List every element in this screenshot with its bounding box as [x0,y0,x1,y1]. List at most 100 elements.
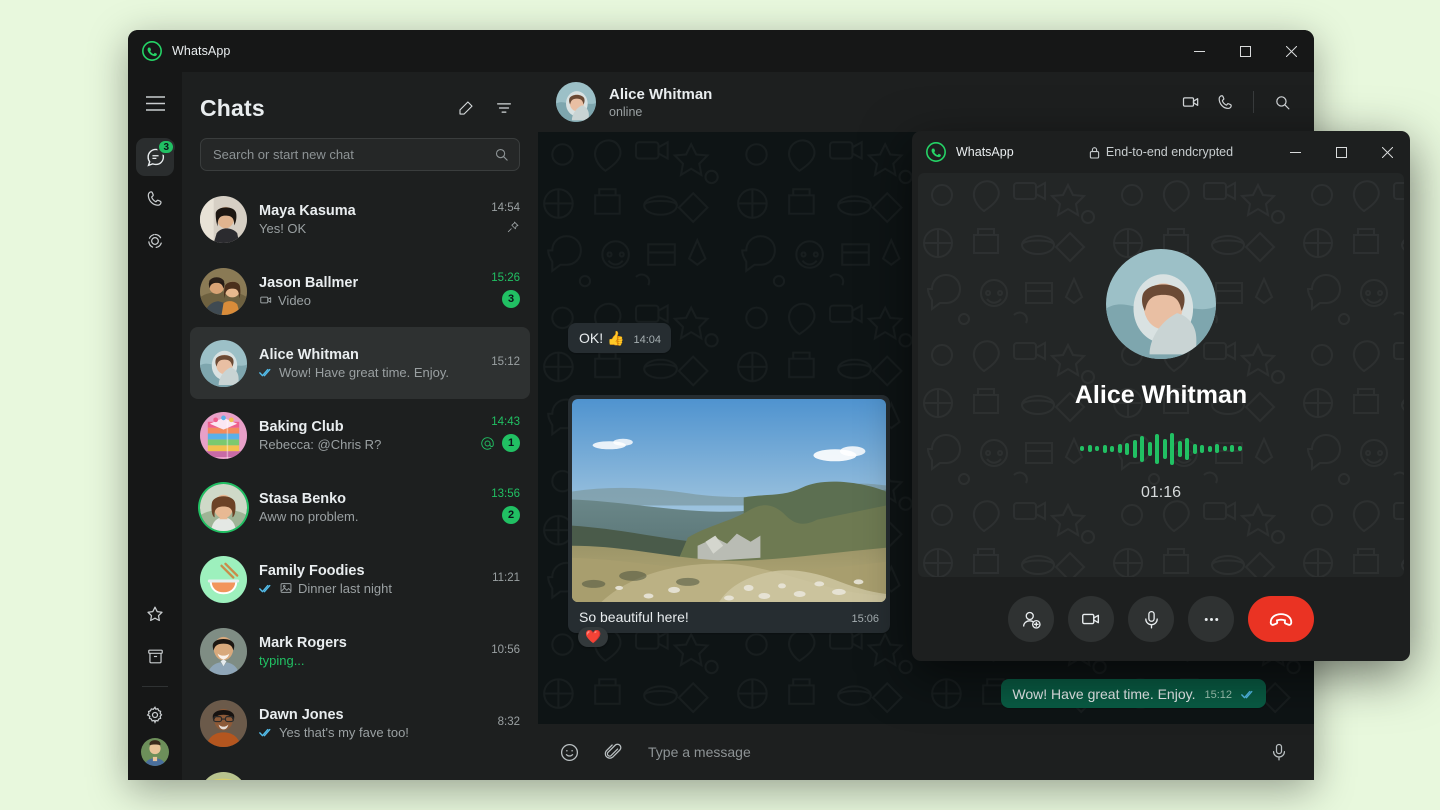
encryption-text: End-to-end endcrypted [1106,145,1233,159]
chat-item-content: Family FoodiesDinner last night [259,563,480,596]
chat-item-time: 15:26 [491,272,520,284]
chat-item-name: Dawn Jones [259,707,486,723]
chat-list-item-baking-club[interactable]: Baking ClubRebecca: @Chris R? 14:431 [190,399,530,471]
chat-item-preview-row: Yes! OK [259,221,479,236]
message-bubble-image[interactable]: So beautiful here! 15:06 ❤️ [568,395,890,633]
filter-icon[interactable] [488,92,520,124]
chat-list-item-ziggy-woodley[interactable]: Ziggy Woodley8:12 [190,759,530,780]
waveform-bar [1080,446,1084,451]
message-composer: Type a message [538,724,1314,780]
sidebar-item-status[interactable] [136,222,174,260]
chat-item-time: 10:56 [491,644,520,656]
chat-item-preview-row: typing... [259,653,479,668]
video-call-icon[interactable] [1175,86,1207,118]
chat-list-item-mark-rogers[interactable]: Mark Rogerstyping...10:56 [190,615,530,687]
chat-item-meta: 14:431 [480,416,520,454]
video-icon [259,293,273,307]
message-bubble-outgoing[interactable]: Wow! Have great time. Enjoy. 15:12 [1001,679,1266,708]
message-bubble-incoming[interactable]: OK! 👍 14:04 [568,323,671,353]
contact-avatar[interactable] [556,82,596,122]
message-photo[interactable] [572,399,886,602]
avatar[interactable] [200,268,247,315]
chat-item-content: Maya Kasuma Yes! OK [259,203,479,236]
chat-item-preview: Dinner last night [298,581,392,596]
main-window-title: WhatsApp [172,44,230,58]
close-button[interactable] [1268,30,1314,72]
new-chat-icon[interactable] [450,92,482,124]
avatar[interactable] [200,628,247,675]
rail-divider [142,686,168,687]
waveform-bar [1178,441,1182,457]
minimize-button[interactable] [1176,30,1222,72]
search-icon[interactable] [494,147,509,162]
waveform-bar [1208,446,1212,452]
waveform-bar [1215,444,1219,453]
sidebar-item-settings[interactable] [136,696,174,734]
avatar[interactable] [200,412,247,459]
add-person-icon[interactable] [1008,596,1054,642]
chat-item-preview-row: Rebecca: @Chris R? [259,437,468,452]
chat-item-time: 14:54 [491,202,520,214]
conversation-search-icon[interactable] [1266,86,1298,118]
chat-item-preview-row: Aww no problem. [259,509,479,524]
avatar[interactable] [200,700,247,747]
message-input[interactable]: Type a message [642,744,1250,760]
waveform-bar [1118,444,1122,453]
avatar[interactable] [200,484,247,531]
chat-item-meta: 10:56 [491,644,520,658]
chat-list-item-family-foodies[interactable]: Family FoodiesDinner last night11:21 [190,543,530,615]
waveform-bar [1125,443,1129,455]
chat-list[interactable]: Maya Kasuma Yes! OK 14:54 Jason BallmerVide… [182,181,538,780]
microphone-icon[interactable] [1128,596,1174,642]
chat-list-item-alice-whitman[interactable]: Alice Whitman Wow! Have great time. Enjoy… [190,327,530,399]
call-close-button[interactable] [1364,131,1410,173]
chat-list-item-stasa-benko[interactable]: Stasa BenkoAww no problem.13:562 [190,471,530,543]
avatar[interactable] [200,556,247,603]
call-window-controls [1272,131,1410,173]
conversation-contact-status: online [609,105,712,119]
read-receipt-icon [259,727,274,738]
chat-list-item-dawn-jones[interactable]: Dawn JonesYes that's my fave too!8:32 [190,687,530,759]
lock-icon [1089,146,1100,159]
chat-item-name: Alice Whitman [259,347,479,363]
chat-item-content: Baking ClubRebecca: @Chris R? [259,419,468,452]
message-time: 15:06 [851,613,879,625]
waveform-bar [1103,445,1107,453]
more-horizontal-icon[interactable] [1188,596,1234,642]
chats-unread-badge: 3 [157,139,175,155]
chat-item-preview-row: Yes that's my fave too! [259,725,486,740]
call-maximize-button[interactable] [1318,131,1364,173]
microphone-icon[interactable] [1264,737,1294,767]
sidebar-item-archived[interactable] [136,637,174,675]
video-camera-icon[interactable] [1068,596,1114,642]
unread-badge: 2 [502,506,520,524]
call-minimize-button[interactable] [1272,131,1318,173]
attach-icon[interactable] [598,737,628,767]
message-text: OK! 👍 [579,330,624,347]
avatar[interactable] [200,196,247,243]
chat-item-preview-row: Wow! Have great time. Enjoy. [259,365,479,380]
chat-list-item-jason-ballmer[interactable]: Jason BallmerVideo15:263 [190,255,530,327]
sidebar-item-chats[interactable]: 3 [136,138,174,176]
maximize-button[interactable] [1222,30,1268,72]
end-call-icon[interactable] [1248,596,1314,642]
chat-list-item-maya-kasuma[interactable]: Maya Kasuma Yes! OK 14:54 [190,183,530,255]
avatar[interactable] [200,772,247,781]
read-receipt-icon [259,583,274,594]
message-reaction[interactable]: ❤️ [578,627,608,647]
waveform-bar [1200,445,1204,453]
emoji-icon[interactable] [554,737,584,767]
voice-call-icon[interactable] [1209,86,1241,118]
search-input[interactable]: Search or start new chat [200,138,520,171]
sidebar-item-calls[interactable] [136,180,174,218]
chat-item-preview: Yes that's my fave too! [279,725,409,740]
call-wallpaper-doodles [918,173,1404,577]
chat-item-name: Maya Kasuma [259,203,479,219]
sidebar-item-starred[interactable] [136,595,174,633]
chat-item-time: 13:56 [491,488,520,500]
avatar[interactable] [200,340,247,387]
conversation-header[interactable]: Alice Whitman online [538,72,1314,132]
main-window-controls [1176,30,1314,72]
hamburger-menu-icon[interactable] [136,84,174,122]
profile-avatar[interactable] [141,738,169,766]
